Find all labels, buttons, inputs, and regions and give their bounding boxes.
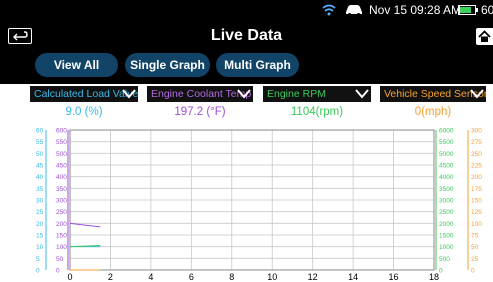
y-tick-label: 100 [56, 244, 67, 251]
chart-svg: 0510152025303540455055600501001502002503… [36, 128, 482, 282]
sensor-value-rpm: 1104(rpm) [290, 106, 344, 118]
y-tick-label: 275 [471, 139, 482, 146]
y-tick-label: 6000 [439, 128, 454, 135]
chevron-down-icon [470, 89, 484, 99]
chevron-down-icon [355, 89, 369, 99]
tab-bar: View All Single Graph Multi Graph [0, 50, 493, 84]
y-tick-label: 500 [56, 151, 67, 158]
title-bar: Live Data [0, 22, 493, 50]
y-tick-label: 150 [56, 233, 67, 240]
y-tick-label: 300 [471, 128, 482, 135]
y-tick-label: 1500 [439, 233, 454, 240]
x-tick-label: 0 [67, 272, 72, 282]
y-tick-label: 5 [36, 256, 40, 263]
y-tick-label: 450 [56, 163, 67, 170]
y-tick-label: 100 [471, 221, 482, 228]
sensor-select-rpm[interactable]: Engine RPM [263, 86, 371, 102]
y-tick-label: 75 [471, 233, 479, 240]
x-tick-label: 2 [108, 272, 113, 282]
y-tick-label: 2500 [439, 209, 454, 216]
multi-graph-chart: 0 5 10 15 20 25 30 35 40 45 50 55 60 0 50 100 150 200 250 3… [0, 124, 493, 282]
chevron-down-icon [237, 89, 251, 99]
battery-percent: 60 [481, 3, 493, 17]
home-icon [478, 30, 491, 42]
x-tick-label: 4 [148, 272, 153, 282]
x-tick-label: 12 [308, 272, 318, 282]
sensor-value-coolant: 197.2 (°F) [174, 106, 226, 118]
sensor-value-load: 9.0 (%) [65, 106, 103, 118]
x-tick-label: 16 [389, 272, 399, 282]
car-icon [346, 5, 362, 16]
sensor-select-load[interactable]: Calculated Load Valve [30, 86, 138, 102]
y-tick-label: 200 [56, 221, 67, 228]
y-tick-label: 3500 [439, 186, 454, 193]
y-tick-label: 2000 [439, 221, 454, 228]
page-title: Live Data [210, 27, 283, 44]
status-bar: Nov 15 09:28 AM 60 [0, 0, 493, 22]
y-tick-label: 25 [36, 209, 44, 216]
x-tick-label: 6 [189, 272, 194, 282]
y-tick-label: 60 [36, 128, 44, 135]
tab-multi-graph[interactable]: Multi Graph [216, 53, 299, 77]
y-tick-label: 0 [56, 268, 60, 275]
y-tick-label: 0 [36, 268, 40, 275]
x-tick-label: 8 [229, 272, 234, 282]
x-tick-label: 10 [267, 272, 277, 282]
x-tick-label: 18 [429, 272, 439, 282]
y-tick-label: 150 [471, 198, 482, 205]
y-tick-label: 50 [471, 244, 479, 251]
tab-view-all[interactable]: View All [35, 53, 118, 77]
y-tick-label: 250 [56, 209, 67, 216]
y-tick-label: 5500 [439, 139, 454, 146]
y-tick-label: 225 [471, 163, 482, 170]
y-tick-label: 45 [36, 163, 44, 170]
y-tick-label: 55 [36, 139, 44, 146]
y-tick-label: 0 [471, 268, 475, 275]
y-tick-label: 4000 [439, 174, 454, 181]
x-tick-label: 14 [348, 272, 358, 282]
y-tick-label: 250 [471, 151, 482, 158]
tab-single-graph[interactable]: Single Graph [125, 53, 210, 77]
y-tick-label: 125 [471, 209, 482, 216]
y-tick-label: 0 [439, 268, 443, 275]
y-tick-label: 400 [56, 174, 67, 181]
y-tick-label: 5000 [439, 151, 454, 158]
y-tick-label: 200 [471, 174, 482, 181]
y-tick-label: 175 [471, 186, 482, 193]
home-button[interactable] [476, 28, 493, 45]
chevron-down-icon [122, 89, 136, 99]
sensor-select-speed[interactable]: Vehicle Speed Sensor [380, 86, 486, 102]
y-tick-label: 50 [36, 151, 44, 158]
y-tick-label: 3000 [439, 198, 454, 205]
y-tick-label: 25 [471, 256, 479, 263]
wifi-icon [322, 4, 336, 16]
y-tick-label: 20 [36, 221, 44, 228]
y-tick-label: 35 [36, 186, 44, 193]
y-tick-label: 50 [56, 256, 64, 263]
series-line-1 [69, 222, 101, 228]
y-tick-label: 550 [56, 139, 67, 146]
y-tick-label: 1000 [439, 244, 454, 251]
y-tick-label: 500 [439, 256, 450, 263]
sensor-label-rpm: Engine RPM [267, 88, 326, 100]
y-tick-label: 30 [36, 198, 44, 205]
sensor-value-speed: 0(mph) [414, 106, 452, 118]
y-tick-label: 350 [56, 186, 67, 193]
y-tick-label: 40 [36, 174, 44, 181]
y-tick-label: 15 [36, 233, 44, 240]
y-tick-label: 10 [36, 244, 44, 251]
y-tick-label: 4500 [439, 163, 454, 170]
battery-icon [458, 5, 478, 15]
status-datetime: Nov 15 09:28 AM [369, 3, 462, 17]
y-tick-label: 600 [56, 128, 67, 135]
sensor-select-coolant[interactable]: Engine Coolant Temp [147, 86, 253, 102]
y-tick-label: 300 [56, 198, 67, 205]
